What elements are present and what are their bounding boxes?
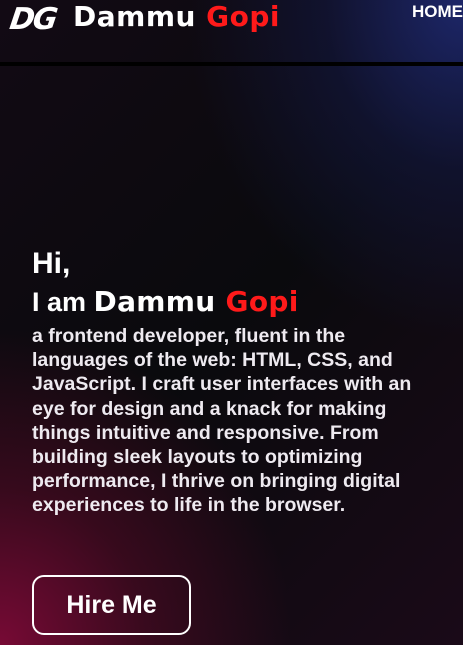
nav-home-label[interactable]: HOME [412,2,463,22]
hero-description: a frontend developer, fluent in the lang… [32,325,412,517]
logo-wordmark[interactable]: Dammu Gopi [73,0,280,33]
hero-name-first: Dammu [93,285,216,318]
logo-first-name: Dammu [73,0,196,33]
hero-name-last: Gopi [225,285,299,318]
hero-section: Hi, I am Dammu Gopi a frontend developer… [32,244,432,518]
hero-intro-prefix: I am [32,287,87,317]
hero-greeting: Hi, [32,247,71,280]
logo-last-name: Gopi [206,0,281,33]
site-header: DG Dammu Gopi HOME [0,0,463,66]
hero-intro: I am Dammu Gopi [32,284,432,320]
logo-mark[interactable]: DG [8,2,58,37]
hero-name: Dammu Gopi [94,285,299,318]
hire-me-button[interactable]: Hire Me [32,575,191,635]
